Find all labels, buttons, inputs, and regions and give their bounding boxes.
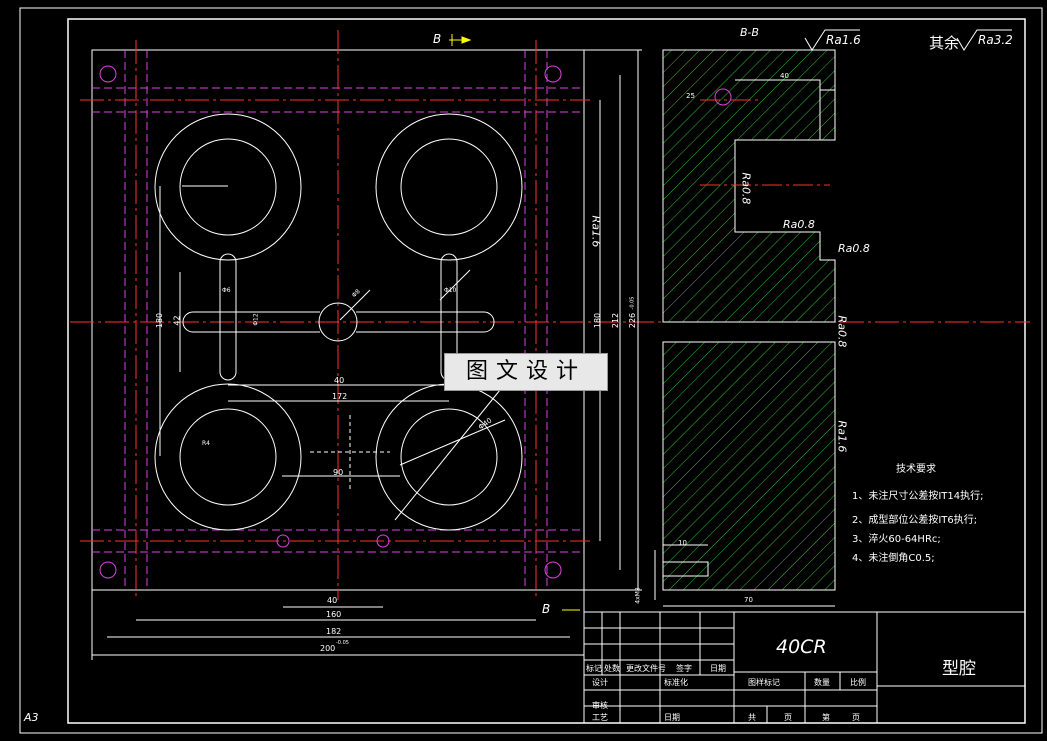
dim-inner-phi10: Φ10 — [444, 287, 457, 294]
tb-header-date: 日期 — [710, 664, 726, 673]
dim-side-70: 70 — [744, 596, 753, 604]
dim-inner-90: 90 — [333, 468, 344, 477]
dim-left-42: 42 — [172, 315, 182, 326]
dim-right-180: 180 — [593, 312, 603, 329]
dim-right-212: 212 — [611, 312, 621, 329]
tech-req-item-3: 3、淬火60-64HRc; — [852, 534, 941, 545]
tb-header-doc: 更改文件号 — [626, 664, 666, 673]
roughness-side-1: Ra1.6 — [589, 215, 603, 248]
tb-right-mark: 图样标记 — [748, 678, 780, 687]
sheet-size-label: A3 — [24, 711, 39, 724]
roughness-cavity-1: Ra0.8 — [739, 172, 753, 205]
tb-row-review: 审核 — [592, 701, 608, 710]
dim-bottom-182: 182 — [326, 627, 342, 636]
tb-right-scale: 比例 — [850, 678, 866, 687]
tb-right-page-1: 页 — [784, 713, 792, 722]
roughness-general-value: Ra3.2 — [978, 33, 1013, 47]
roughness-general-label: 其余 — [929, 34, 960, 52]
tb-header-sign: 签字 — [676, 664, 692, 673]
dim-inner-phi6: Φ6 — [222, 287, 231, 294]
tech-req-title: 技术要求 — [896, 464, 936, 475]
tb-row-date: 日期 — [664, 713, 680, 722]
roughness-cavity-4: Ra0.8 — [835, 315, 849, 348]
section-view — [654, 49, 836, 607]
dim-inner-phi12: Φ12 — [252, 313, 260, 326]
tech-req-item-1: 1、未注尺寸公差按IT14执行; — [852, 491, 984, 502]
tb-right-sheet: 第 — [822, 713, 830, 722]
cut-marker-top: B — [433, 32, 442, 46]
plan-view — [70, 30, 1030, 660]
roughness-cavity-3: Ra0.8 — [838, 242, 870, 255]
dim-inner-172: 172 — [332, 392, 348, 401]
dim-bottom-160: 160 — [326, 610, 342, 619]
dim-right-226: 226 — [628, 312, 638, 329]
dim-bottom-200: 200 — [320, 644, 336, 653]
tb-right-page-2: 页 — [852, 713, 860, 722]
tb-row-standard: 标准化 — [664, 678, 688, 687]
roughness-side-2: Ra1.6 — [835, 420, 849, 453]
tb-header-count: 处数 — [604, 664, 620, 673]
dim-side-10: 10 — [678, 539, 687, 547]
tech-req-item-4: 4、未注倒角C0.5; — [852, 553, 935, 564]
dim-inner-r4: R4 — [202, 440, 210, 447]
tech-req-item-2: 2、成型部位公差按IT6执行; — [852, 515, 978, 526]
dim-left-180: 180 — [155, 312, 165, 329]
dim-inner-40: 40 — [334, 376, 345, 385]
tb-header-mark: 标记 — [586, 664, 602, 673]
dim-right-tol: -0.05 — [629, 296, 636, 310]
tb-right-qty: 数量 — [814, 678, 830, 687]
tb-row-process: 工艺 — [592, 713, 608, 722]
tb-row-design: 设计 — [592, 678, 608, 687]
dim-side-40: 40 — [780, 72, 789, 80]
cut-marker-bottom: B — [542, 602, 551, 616]
tb-right-total: 共 — [748, 713, 756, 722]
part-name-label: 型腔 — [942, 659, 976, 679]
roughness-cavity-2: Ra0.8 — [783, 218, 815, 231]
dim-side-4xm8: 4xM8 — [634, 587, 642, 604]
dim-bottom-40: 40 — [327, 596, 338, 605]
watermark: 图文设计 — [444, 353, 608, 391]
dim-side-25: 25 — [686, 92, 695, 100]
dim-bottom-tol: -0.05 — [336, 640, 349, 646]
roughness-top-value: Ra1.6 — [826, 33, 861, 47]
section-label: B-B — [740, 26, 759, 39]
material-label: 40CR — [776, 636, 827, 658]
